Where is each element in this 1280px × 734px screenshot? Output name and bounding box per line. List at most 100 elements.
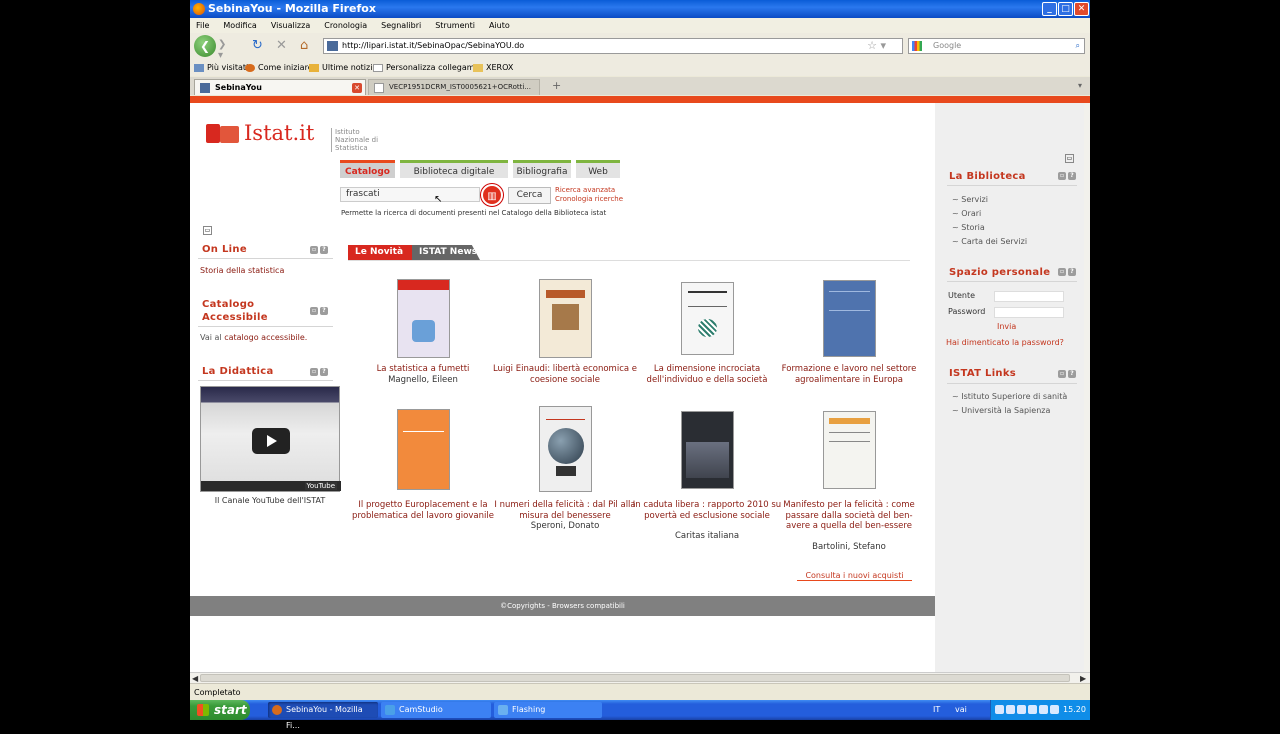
bookmark-come-iniziare[interactable]: Come iniziare <box>245 60 313 76</box>
tray-icon[interactable] <box>1006 705 1015 714</box>
expand-icon[interactable]: ▭ <box>1065 154 1074 163</box>
minimize-box-icon[interactable]: ▫ <box>1058 370 1066 378</box>
help-icon[interactable]: ? <box>320 368 328 376</box>
bookmark-personalizza[interactable]: Personalizza collegam... <box>373 60 482 76</box>
tab-list-icon[interactable]: ▾ <box>1078 81 1082 90</box>
collapse-icon[interactable]: ▭ <box>203 226 212 235</box>
bookmark-piu-visitati[interactable]: Più visitati <box>194 60 248 76</box>
book-cover[interactable] <box>681 282 734 355</box>
quicklaunch-vai[interactable]: vai <box>955 700 967 720</box>
minimize-icon[interactable]: _ <box>1042 2 1057 16</box>
tab-le-novita[interactable]: Le Novità <box>348 245 412 260</box>
maximize-icon[interactable]: □ <box>1058 2 1073 16</box>
utente-input[interactable] <box>994 291 1064 302</box>
close-icon[interactable]: ✕ <box>1074 2 1089 16</box>
menu-file[interactable]: File <box>196 21 209 30</box>
taskbar-item-flashing[interactable]: Flashing <box>494 702 602 718</box>
bookmark-star-icon[interactable]: ☆ ▾ <box>867 39 886 53</box>
link-istituto-sanita[interactable]: ~ Istituto Superiore di sanità <box>952 392 1067 401</box>
tab-close-icon[interactable]: ✕ <box>352 83 362 93</box>
start-button[interactable]: start <box>190 700 250 720</box>
book-cover[interactable] <box>823 280 876 357</box>
menu-cronologia[interactable]: Cronologia <box>324 21 367 30</box>
tab-web[interactable]: Web <box>576 160 620 178</box>
taskbar-item-firefox[interactable]: SebinaYou - Mozilla Fi... <box>268 702 378 730</box>
cerca-button[interactable]: Cerca <box>508 187 551 204</box>
language-indicator[interactable]: IT <box>933 700 940 720</box>
book-title[interactable]: Manifesto per la felicità : come passare… <box>774 500 924 532</box>
book-cover[interactable] <box>823 411 876 489</box>
web-search-box[interactable]: Google ⌕ <box>908 38 1085 54</box>
search-history-link[interactable]: Cronologia ricerche <box>555 195 623 204</box>
minimize-box-icon[interactable]: ▫ <box>1058 268 1066 276</box>
book-title[interactable]: In caduta libera : rapporto 2010 su pove… <box>632 500 782 521</box>
tab-istat-news[interactable]: ISTAT News <box>412 245 480 260</box>
taskbar-item-camstudio[interactable]: CamStudio <box>381 702 491 718</box>
storia-statistica-link[interactable]: Storia della statistica <box>200 266 284 275</box>
open-book-icon[interactable]: ▥ <box>481 184 503 206</box>
bookmark-xerox[interactable]: XEROX <box>473 60 513 76</box>
advanced-search-link[interactable]: Ricerca avanzata <box>555 186 623 195</box>
help-icon[interactable]: ? <box>1068 370 1076 378</box>
home-icon[interactable]: ⌂ <box>300 38 308 54</box>
book-title[interactable]: I numeri della felicità : dal Pil alla m… <box>490 500 640 521</box>
tray-icon[interactable] <box>1039 705 1048 714</box>
catalogo-accessibile-link[interactable]: catalogo accessibile. <box>224 333 307 342</box>
tray-icon[interactable] <box>1028 705 1037 714</box>
invia-button[interactable]: Invia <box>997 322 1016 331</box>
forward-arrow-icon[interactable]: ❯ ▾ <box>218 39 234 61</box>
book-title[interactable]: La dimensione incrociata dell'individuo … <box>632 364 782 385</box>
help-icon[interactable]: ? <box>320 246 328 254</box>
back-arrow-icon[interactable]: ❮ <box>194 35 216 57</box>
link-sapienza[interactable]: ~ Università la Sapienza <box>952 406 1050 415</box>
scroll-thumb[interactable] <box>200 674 1070 682</box>
book-cover[interactable] <box>681 411 734 489</box>
new-tab-icon[interactable]: + <box>552 79 561 92</box>
catalog-search-input[interactable]: frascati <box>340 187 480 202</box>
help-icon[interactable]: ? <box>1068 268 1076 276</box>
link-storia[interactable]: ~ Storia <box>952 223 985 232</box>
bookmark-ultime-notizie[interactable]: Ultime notizie <box>309 60 377 76</box>
link-carta-servizi[interactable]: ~ Carta dei Servizi <box>952 237 1027 246</box>
url-bar[interactable]: http://lipari.istat.it/SebinaOpac/Sebina… <box>323 38 903 54</box>
minimize-box-icon[interactable]: ▫ <box>1058 172 1066 180</box>
play-icon[interactable] <box>252 428 290 454</box>
book-title[interactable]: La statistica a fumetti <box>348 364 498 375</box>
stop-icon[interactable]: ✕ <box>276 38 287 54</box>
password-input[interactable] <box>994 307 1064 318</box>
book-cover[interactable] <box>539 406 592 492</box>
menu-segnalibri[interactable]: Segnalibri <box>381 21 421 30</box>
tab-bibliografia[interactable]: Bibliografia <box>513 160 571 178</box>
reload-icon[interactable]: ↻ <box>252 38 263 54</box>
help-icon[interactable]: ? <box>320 307 328 315</box>
youtube-video-thumbnail[interactable]: YouTube <box>200 386 341 492</box>
book-title[interactable]: Il progetto Europlacement e la problemat… <box>348 500 498 521</box>
tray-icon[interactable] <box>1050 705 1059 714</box>
minimize-box-icon[interactable]: ▫ <box>310 307 318 315</box>
menu-modifica[interactable]: Modifica <box>223 21 256 30</box>
book-title[interactable]: Luigi Einaudi: libertà economica e coesi… <box>490 364 640 385</box>
book-cover[interactable] <box>539 279 592 358</box>
tab-catalogo[interactable]: Catalogo <box>340 160 395 178</box>
book-title[interactable]: Formazione e lavoro nel settore agroalim… <box>774 364 924 385</box>
help-icon[interactable]: ? <box>1068 172 1076 180</box>
forgot-password-link[interactable]: Hai dimenticato la password? <box>946 338 1064 347</box>
vertical-scrollbar[interactable] <box>1084 103 1090 672</box>
link-orari[interactable]: ~ Orari <box>952 209 981 218</box>
link-servizi[interactable]: ~ Servizi <box>952 195 988 204</box>
menu-strumenti[interactable]: Strumenti <box>435 21 475 30</box>
tab-sebinayou[interactable]: SebinaYou ✕ <box>194 79 366 95</box>
menu-aiuto[interactable]: Aiuto <box>489 21 510 30</box>
menu-visualizza[interactable]: Visualizza <box>271 21 310 30</box>
tab-pdf[interactable]: VECP1951DCRM_IST0005621+OCRotti... <box>368 79 540 95</box>
book-cover[interactable] <box>397 409 450 490</box>
minimize-box-icon[interactable]: ▫ <box>310 368 318 376</box>
nuovi-acquisti-link[interactable]: Consulta i nuovi acquisti <box>797 571 912 581</box>
book-cover[interactable] <box>397 279 450 358</box>
search-icon[interactable]: ⌕ <box>1076 39 1080 53</box>
tray-icon[interactable] <box>995 705 1004 714</box>
tray-icon[interactable] <box>1017 705 1026 714</box>
tab-biblioteca-digitale[interactable]: Biblioteca digitale <box>400 160 508 178</box>
minimize-box-icon[interactable]: ▫ <box>310 246 318 254</box>
horizontal-scrollbar[interactable]: ◀ ▶ <box>190 672 1090 683</box>
